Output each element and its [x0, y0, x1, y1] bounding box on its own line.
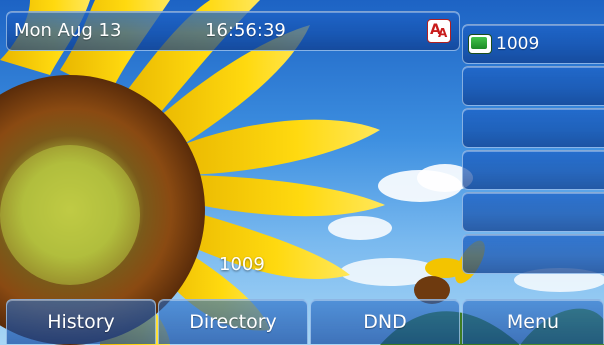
softkey-directory[interactable]: Directory — [158, 299, 308, 344]
line-key-1[interactable]: 1009 — [462, 24, 604, 64]
softkey-dnd[interactable]: DND — [310, 299, 460, 344]
line-registered-icon — [468, 34, 492, 54]
time-display: 16:56:39 — [205, 20, 286, 41]
softkey-menu[interactable]: Menu — [462, 299, 604, 344]
account-label: 1009 — [219, 254, 265, 275]
line-key-3[interactable] — [462, 108, 604, 148]
phone-screen: Mon Aug 13 16:56:39 A A 1009 1009 Histor… — [0, 0, 604, 345]
line-key-2[interactable] — [462, 66, 604, 106]
date-display: Mon Aug 13 — [14, 20, 122, 41]
line-key-label: 1009 — [496, 34, 540, 54]
line-key-4[interactable] — [462, 150, 604, 190]
status-bar: Mon Aug 13 16:56:39 A A — [6, 11, 460, 51]
line-key-6[interactable] — [462, 234, 604, 274]
font-size-icon[interactable]: A A — [427, 19, 451, 43]
line-key-5[interactable] — [462, 192, 604, 232]
softkey-history[interactable]: History — [6, 299, 156, 344]
